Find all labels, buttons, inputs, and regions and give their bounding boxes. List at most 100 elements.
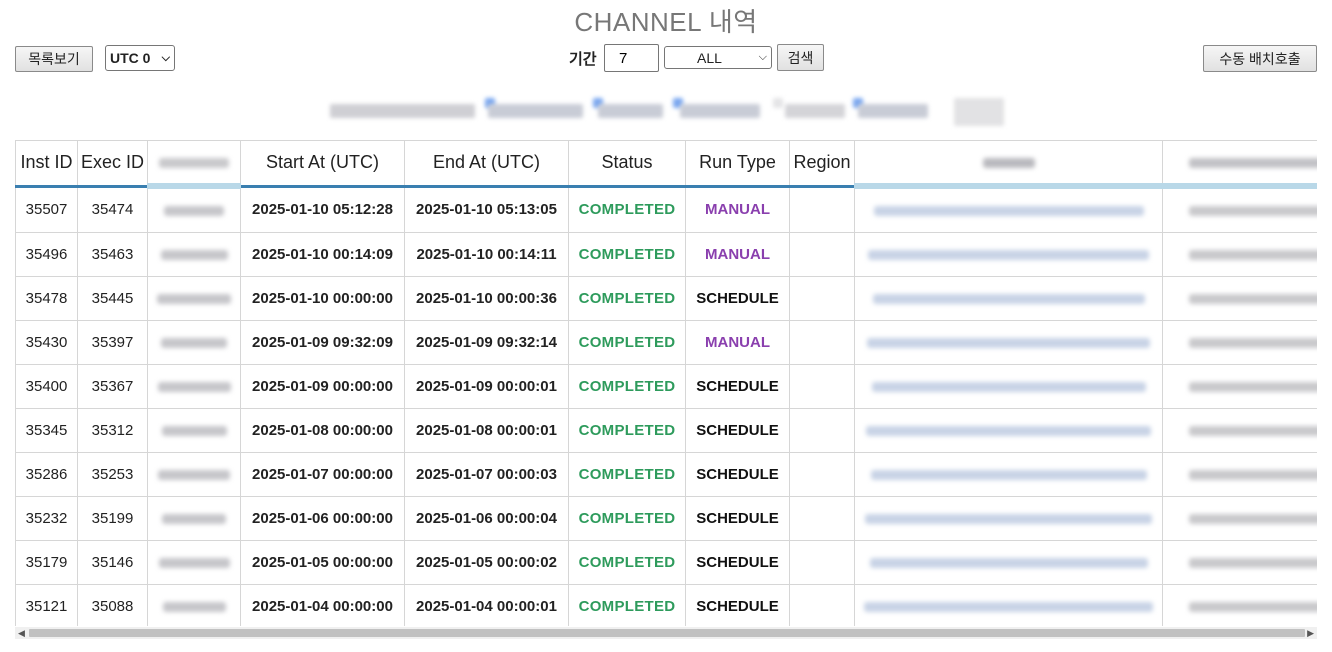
cell-redacted-3 — [1162, 540, 1317, 585]
column-header-region[interactable]: Region — [789, 140, 855, 188]
redacted-text — [160, 250, 228, 261]
cell-exec-id: 35397 — [77, 320, 148, 365]
cell-run-type: MANUAL — [685, 232, 790, 277]
cell-end-at: 2025-01-05 00:00:02 — [404, 540, 569, 585]
redacted-text — [869, 558, 1148, 569]
redacted-text — [1189, 514, 1317, 525]
table-row[interactable]: 35507 35474 2025-01-10 05:12:28 2025-01-10 … — [15, 185, 1317, 233]
cell-region — [789, 584, 855, 626]
horizontal-scrollbar[interactable]: ◀ ▶ — [15, 627, 1317, 639]
table-row[interactable]: 35496 35463 2025-01-10 00:14:09 2025-01-10 … — [15, 232, 1317, 277]
cell-start-at: 2025-01-10 00:14:09 — [240, 232, 405, 277]
table-row[interactable]: 35430 35397 2025-01-09 09:32:09 2025-01-09 … — [15, 320, 1317, 365]
cell-exec-id: 35253 — [77, 452, 148, 497]
cell-start-at: 2025-01-10 05:12:28 — [240, 185, 405, 233]
cell-inst-id: 35286 — [15, 452, 78, 497]
search-button[interactable]: 검색 — [777, 44, 824, 71]
cell-redacted — [147, 185, 241, 233]
cell-run-type: SCHEDULE — [685, 408, 790, 453]
cell-region — [789, 540, 855, 585]
cell-inst-id: 35478 — [15, 276, 78, 321]
column-header-run-type[interactable]: Run Type — [685, 140, 790, 188]
cell-end-at: 2025-01-09 00:00:01 — [404, 364, 569, 409]
cell-redacted-3 — [1162, 276, 1317, 321]
column-header-start-at[interactable]: Start At (UTC) — [240, 140, 405, 188]
cell-redacted-3 — [1162, 408, 1317, 453]
period-input[interactable] — [604, 44, 659, 72]
cell-start-at: 2025-01-05 00:00:00 — [240, 540, 405, 585]
manual-batch-call-button[interactable]: 수동 배치호출 — [1203, 45, 1317, 72]
column-header-redacted-3[interactable] — [1162, 140, 1317, 189]
column-header-redacted-2[interactable] — [854, 140, 1163, 189]
cell-exec-id: 35367 — [77, 364, 148, 409]
cell-status: COMPLETED — [568, 496, 686, 541]
table-row[interactable]: 35478 35445 2025-01-10 00:00:00 2025-01-10 … — [15, 276, 1317, 321]
table-row[interactable]: 35121 35088 2025-01-04 00:00:00 2025-01-04 … — [15, 584, 1317, 626]
redacted-text — [1189, 602, 1317, 613]
cell-end-at: 2025-01-07 00:00:03 — [404, 452, 569, 497]
cell-status: COMPLETED — [568, 408, 686, 453]
column-header-exec-id[interactable]: Exec ID — [77, 140, 148, 188]
table-row[interactable]: 35286 35253 2025-01-07 00:00:00 2025-01-07 … — [15, 452, 1317, 497]
redacted-text — [1189, 382, 1317, 393]
column-header-end-at[interactable]: End At (UTC) — [404, 140, 569, 188]
cell-region — [789, 364, 855, 409]
cell-inst-id: 35232 — [15, 496, 78, 541]
cell-inst-id: 35496 — [15, 232, 78, 277]
cell-status: COMPLETED — [568, 320, 686, 365]
cell-exec-id: 35146 — [77, 540, 148, 585]
cell-inst-id: 35507 — [15, 185, 78, 233]
cell-start-at: 2025-01-04 00:00:00 — [240, 584, 405, 626]
redacted-text — [1189, 294, 1317, 305]
scroll-right-arrow-icon[interactable]: ▶ — [1307, 627, 1314, 639]
redacted-text — [158, 558, 230, 569]
cell-run-type: SCHEDULE — [685, 276, 790, 321]
chevron-down-icon: ⌵ — [758, 51, 767, 63]
table-row[interactable]: 35179 35146 2025-01-05 00:00:00 2025-01-05 … — [15, 540, 1317, 585]
cell-redacted — [147, 540, 241, 585]
cell-end-at: 2025-01-06 00:00:04 — [404, 496, 569, 541]
redacted-text — [157, 382, 231, 393]
list-view-button[interactable]: 목록보기 — [15, 46, 93, 72]
cell-redacted-2 — [854, 496, 1163, 541]
cell-redacted-3 — [1162, 496, 1317, 541]
cell-redacted-3 — [1162, 320, 1317, 365]
redacted-text — [1189, 470, 1317, 481]
scroll-left-arrow-icon[interactable]: ◀ — [18, 627, 25, 639]
cell-inst-id: 35430 — [15, 320, 78, 365]
cell-region — [789, 452, 855, 497]
redacted-text — [1189, 206, 1317, 217]
redacted-text — [864, 602, 1153, 613]
redacted-text — [870, 470, 1147, 481]
cell-redacted — [147, 408, 241, 453]
cell-redacted-3 — [1162, 584, 1317, 626]
redacted-text — [866, 426, 1151, 437]
redacted-text — [865, 514, 1152, 525]
table-row[interactable]: 35345 35312 2025-01-08 00:00:00 2025-01-08 … — [15, 408, 1317, 453]
cell-end-at: 2025-01-10 05:13:05 — [404, 185, 569, 233]
cell-redacted — [147, 496, 241, 541]
cell-end-at: 2025-01-08 00:00:01 — [404, 408, 569, 453]
redacted-text — [162, 514, 226, 525]
redacted-legend-bar — [330, 96, 1010, 126]
column-header-inst-id[interactable]: Inst ID — [15, 140, 78, 188]
cell-redacted-2 — [854, 540, 1163, 585]
cell-start-at: 2025-01-09 00:00:00 — [240, 364, 405, 409]
cell-exec-id: 35474 — [77, 185, 148, 233]
scrollbar-thumb[interactable] — [29, 629, 1305, 637]
cell-redacted — [147, 452, 241, 497]
cell-exec-id: 35463 — [77, 232, 148, 277]
column-header-status[interactable]: Status — [568, 140, 686, 188]
table-header-row: Inst ID Exec ID Start At (UTC) End At (U… — [15, 140, 1317, 189]
cell-exec-id: 35445 — [77, 276, 148, 321]
cell-redacted-2 — [854, 364, 1163, 409]
cell-start-at: 2025-01-06 00:00:00 — [240, 496, 405, 541]
cell-exec-id: 35312 — [77, 408, 148, 453]
column-header-redacted[interactable] — [147, 140, 241, 189]
filter-select[interactable]: ALL ⌵ — [664, 46, 772, 69]
cell-run-type: SCHEDULE — [685, 540, 790, 585]
timezone-select[interactable]: UTC 0 ⌵ — [105, 45, 175, 71]
table-row[interactable]: 35400 35367 2025-01-09 00:00:00 2025-01-09 … — [15, 364, 1317, 409]
channel-history-table-container[interactable]: Inst ID Exec ID Start At (UTC) End At (U… — [15, 140, 1317, 626]
table-row[interactable]: 35232 35199 2025-01-06 00:00:00 2025-01-06 … — [15, 496, 1317, 541]
